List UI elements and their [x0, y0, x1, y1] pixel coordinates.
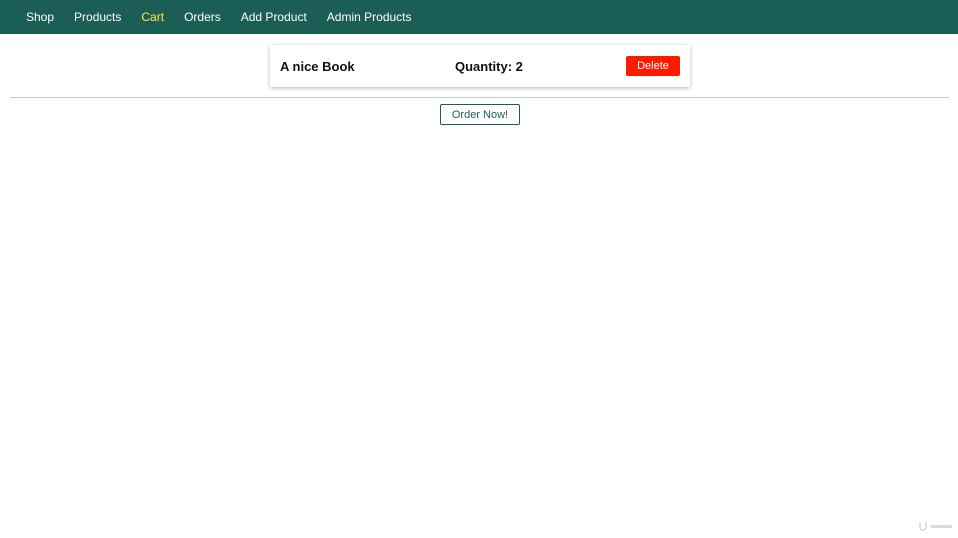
cart-item-quantity: Quantity: 2: [455, 59, 523, 74]
main-header: Shop Products Cart Orders Add Product Ad…: [0, 0, 958, 34]
delete-button[interactable]: Delete: [626, 56, 680, 76]
nav-item-cart[interactable]: Cart: [141, 0, 164, 34]
divider: [10, 97, 949, 98]
nav-item-orders[interactable]: Orders: [184, 0, 221, 34]
nav-list: Shop Products Cart Orders Add Product Ad…: [0, 0, 958, 34]
nav-item-shop[interactable]: Shop: [26, 0, 54, 34]
cart-item-title: A nice Book: [280, 59, 355, 74]
udemy-logo-icon: [919, 522, 952, 531]
nav-item-products[interactable]: Products: [74, 0, 121, 34]
cart-item: A nice Book Quantity: 2 Delete: [270, 45, 690, 87]
nav-item-add-product[interactable]: Add Product: [241, 0, 307, 34]
main-nav: Shop Products Cart Orders Add Product Ad…: [0, 0, 958, 34]
nav-item-admin-products[interactable]: Admin Products: [327, 0, 412, 34]
order-now-button[interactable]: Order Now!: [440, 104, 520, 125]
